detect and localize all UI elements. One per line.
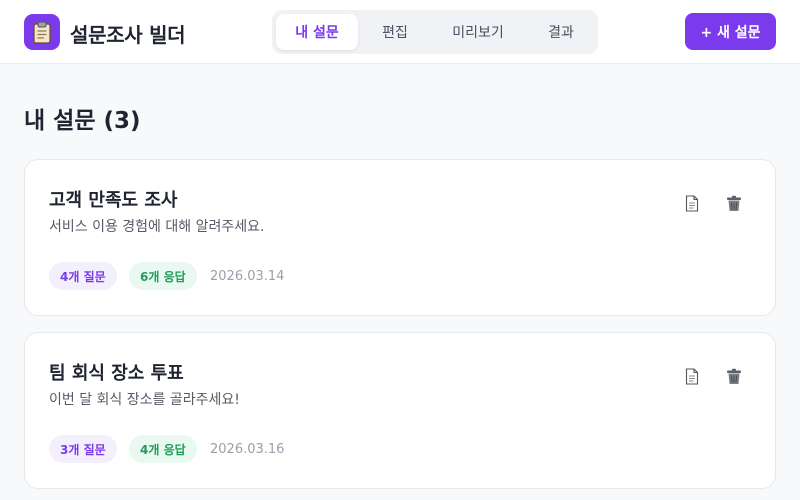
response-count-badge: 4개 응답 xyxy=(129,435,197,463)
survey-title: 고객 만족도 조사 xyxy=(49,190,178,211)
response-count-badge: 6개 응답 xyxy=(129,262,197,290)
question-count-badge: 4개 질문 xyxy=(49,262,117,290)
survey-description: 서비스 이용 경험에 대해 알려주세요. xyxy=(49,219,265,235)
trash-icon[interactable] xyxy=(723,365,745,387)
survey-card[interactable]: 고객 만족도 조사 서비스 이용 경험에 대해 알려주세요. 4개 질문 6개 … xyxy=(24,159,776,316)
clipboard-icon xyxy=(24,14,60,50)
survey-title: 팀 회식 장소 투표 xyxy=(49,363,184,384)
tab-edit[interactable]: 편집 xyxy=(362,14,428,50)
page-title: 내 설문 (3) xyxy=(24,108,141,134)
question-count-badge: 3개 질문 xyxy=(49,435,117,463)
tab-my-surveys[interactable]: 내 설문 xyxy=(276,14,358,50)
tab-bar: 내 설문 편집 미리보기 결과 xyxy=(272,10,598,54)
survey-date: 2026.03.14 xyxy=(210,269,285,284)
new-survey-button[interactable]: + 새 설문 xyxy=(685,13,776,50)
document-icon[interactable] xyxy=(681,192,703,214)
survey-card[interactable]: 팀 회식 장소 투표 이번 달 회식 장소를 골라주세요! 3개 질문 4개 응… xyxy=(24,332,776,489)
document-icon[interactable] xyxy=(681,365,703,387)
app-header: 설문조사 빌더 내 설문 편집 미리보기 결과 + 새 설문 xyxy=(0,0,800,64)
tab-results[interactable]: 결과 xyxy=(528,14,594,50)
app-title: 설문조사 빌더 xyxy=(70,23,186,47)
survey-description: 이번 달 회식 장소를 골라주세요! xyxy=(49,392,240,408)
survey-date: 2026.03.16 xyxy=(210,442,285,457)
tab-preview[interactable]: 미리보기 xyxy=(432,14,524,50)
trash-icon[interactable] xyxy=(723,192,745,214)
